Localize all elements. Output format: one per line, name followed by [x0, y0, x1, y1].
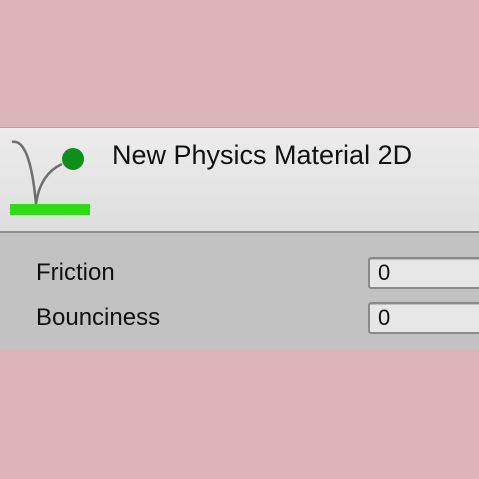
inspector-panel: New Physics Material 2D Friction Bouncin…: [0, 127, 479, 350]
friction-input[interactable]: [370, 259, 479, 287]
property-row-friction: Friction: [0, 253, 479, 293]
bounciness-label: Bounciness: [36, 304, 161, 331]
asset-header: New Physics Material 2D: [0, 127, 479, 232]
physics-material-2d-icon: [10, 140, 90, 215]
properties-body: Friction Bounciness: [0, 233, 479, 350]
bounciness-input[interactable]: [370, 304, 479, 332]
friction-label: Friction: [36, 259, 115, 286]
property-row-bounciness: Bounciness: [0, 298, 479, 338]
asset-title: New Physics Material 2D: [112, 140, 413, 170]
friction-field-frame: [368, 257, 479, 289]
screen-background: New Physics Material 2D Friction Bouncin…: [0, 0, 479, 479]
bounciness-field-frame: [368, 302, 479, 334]
